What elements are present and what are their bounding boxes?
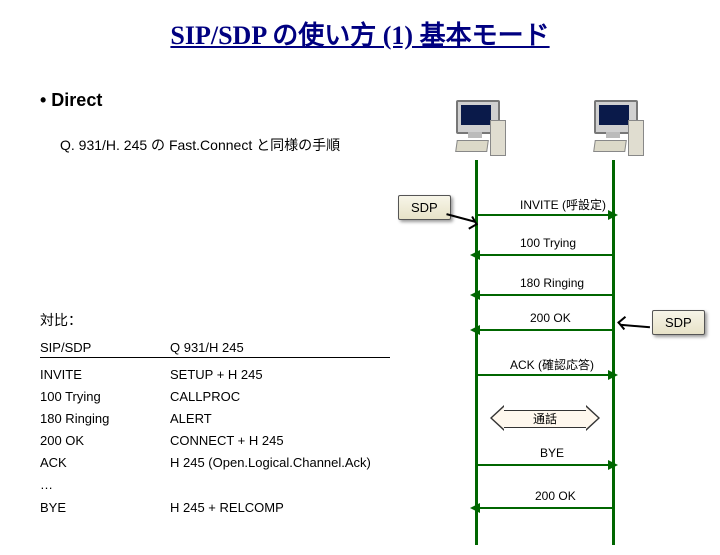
sdp-tag-200ok: SDP [652,310,705,335]
callee-computer-icon [588,100,640,156]
table-row: ACKH 245 (Open.Logical.Channel.Ack) [40,452,390,474]
compare-title: 対比： [40,310,82,330]
table-row: 200 OKCONNECT + H 245 [40,430,390,452]
msg-100trying-label: 100 Trying [520,236,576,250]
table-row: BYEH 245 + RELCOMP [40,497,390,519]
bullet-direct: • Direct [40,90,102,111]
msg-200ok-bye-label: 200 OK [535,489,576,503]
msg-bye: BYE [360,450,700,468]
msg-180ringing: 180 Ringing [360,280,700,298]
table-header-h245: Q 931/H 245 [170,340,390,355]
media-double-arrow: 通話 [490,405,600,431]
subtext-fastconnect: Q. 931/H. 245 の Fast.Connect と同様の手順 [60,135,340,155]
table-row: 180 RingingALERT [40,408,390,430]
msg-200ok: 200 OK [360,315,700,333]
msg-invite: INVITE (呼設定) [360,200,700,218]
msg-200ok-label: 200 OK [530,311,571,325]
table-row: … [40,474,390,496]
msg-180ringing-label: 180 Ringing [520,276,584,290]
msg-ack: ACK (確認応答) [360,360,700,378]
slide-title: SIP/SDP の使い方 (1) 基本モード [0,15,720,52]
table-header-sip: SIP/SDP [40,340,170,355]
media-label: 通話 [490,410,600,427]
msg-bye-label: BYE [540,446,564,460]
msg-invite-label: INVITE (呼設定) [520,196,606,213]
msg-200ok-bye: 200 OK [360,493,700,511]
msg-ack-label: ACK (確認応答) [510,356,594,373]
compare-table: SIP/SDP Q 931/H 245 INVITESETUP + H 245 … [40,340,390,519]
msg-100trying: 100 Trying [360,240,700,258]
caller-computer-icon [450,100,502,156]
table-row: INVITESETUP + H 245 [40,364,390,386]
table-row: 100 TryingCALLPROC [40,386,390,408]
